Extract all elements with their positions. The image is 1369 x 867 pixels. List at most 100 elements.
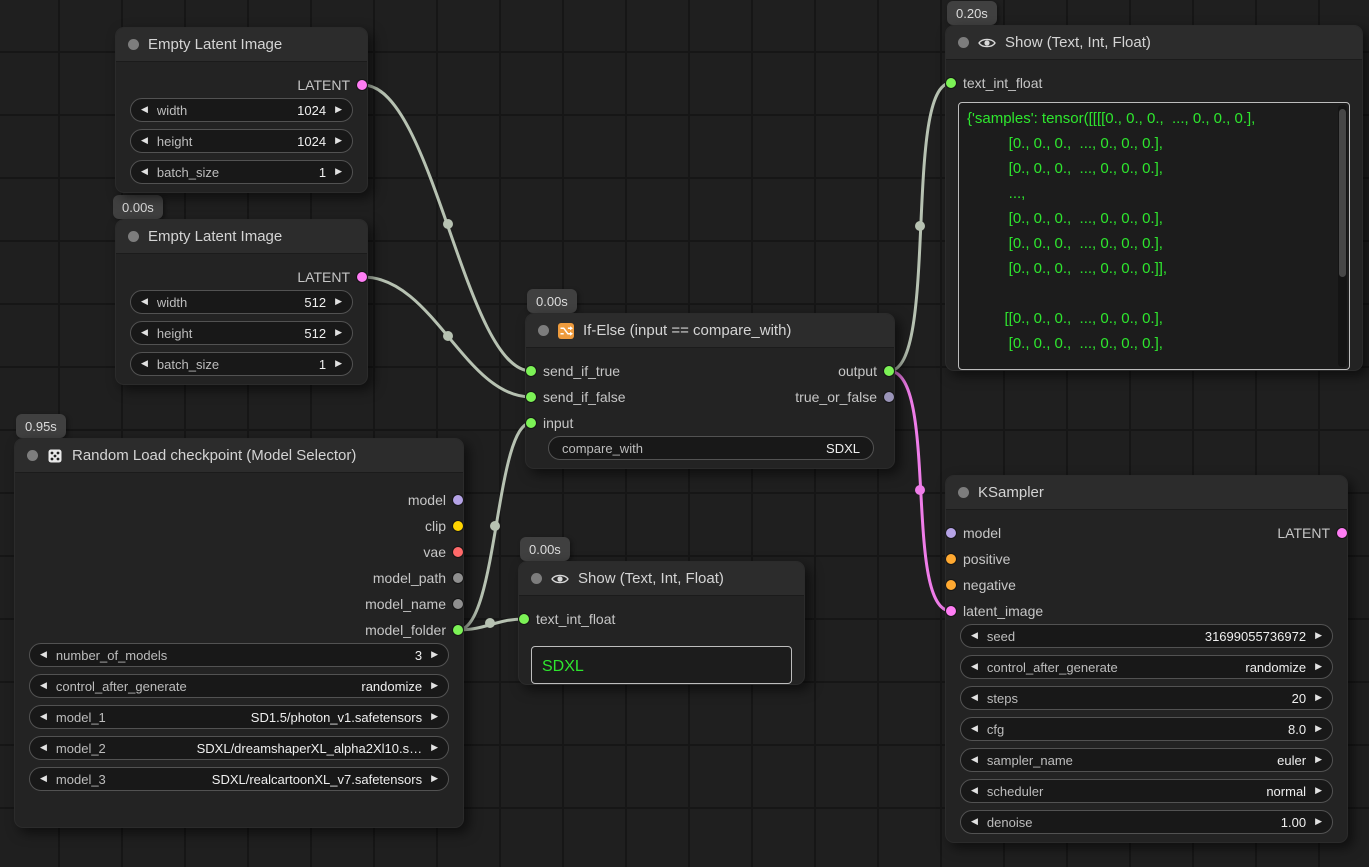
output-slot-model-path[interactable]: model_path — [373, 570, 463, 586]
decrement-arrow-icon[interactable]: ◀ — [40, 774, 47, 784]
conditioning-slot-dot[interactable] — [946, 554, 956, 564]
widget-model-2[interactable]: ◀ model_2 SDXL/dreamshaperXL_alpha2Xl10.… — [29, 736, 449, 760]
widget-control-after-generate[interactable]: ◀ control_after_generate randomize ▶ — [29, 674, 449, 698]
decrement-arrow-icon[interactable]: ◀ — [40, 712, 47, 722]
output-slot-clip[interactable]: clip — [425, 518, 463, 534]
increment-arrow-icon[interactable]: ▶ — [1315, 724, 1322, 734]
widget-batch-size[interactable]: ◀ batch_size 1 ▶ — [130, 352, 353, 376]
increment-arrow-icon[interactable]: ▶ — [335, 167, 342, 177]
output-text-area[interactable]: {'samples': tensor([[[[0., 0., 0., ..., … — [958, 102, 1350, 370]
increment-arrow-icon[interactable]: ▶ — [335, 359, 342, 369]
collapse-dot[interactable] — [538, 325, 549, 336]
decrement-arrow-icon[interactable]: ◀ — [971, 755, 978, 765]
output-slot-latent[interactable]: LATENT — [297, 269, 367, 285]
boolean-slot-dot[interactable] — [884, 392, 894, 402]
latent-slot-dot[interactable] — [946, 606, 956, 616]
increment-arrow-icon[interactable]: ▶ — [1315, 786, 1322, 796]
scrollbar-thumb[interactable] — [1339, 109, 1346, 277]
widget-model-3[interactable]: ◀ model_3 SDXL/realcartoonXL_v7.safetens… — [29, 767, 449, 791]
node-title-bar[interactable]: Show (Text, Int, Float) — [519, 562, 804, 596]
increment-arrow-icon[interactable]: ▶ — [431, 774, 438, 784]
widget-cfg[interactable]: ◀ cfg 8.0 ▶ — [960, 717, 1333, 741]
decrement-arrow-icon[interactable]: ◀ — [971, 786, 978, 796]
increment-arrow-icon[interactable]: ▶ — [335, 105, 342, 115]
collapse-dot[interactable] — [958, 487, 969, 498]
node-if-else[interactable]: If-Else (input == compare_with) send_if_… — [525, 313, 895, 469]
decrement-arrow-icon[interactable]: ◀ — [141, 105, 148, 115]
node-title-bar[interactable]: KSampler — [946, 476, 1347, 510]
string-slot-dot[interactable] — [453, 625, 463, 635]
node-empty-latent-image-1[interactable]: Empty Latent Image LATENT ◀ width 1024 ▶… — [115, 27, 368, 193]
output-slot-latent[interactable]: LATENT — [1277, 525, 1347, 541]
string-slot-dot[interactable] — [453, 599, 463, 609]
decrement-arrow-icon[interactable]: ◀ — [141, 359, 148, 369]
increment-arrow-icon[interactable]: ▶ — [1315, 817, 1322, 827]
node-title-bar[interactable]: Empty Latent Image — [116, 28, 367, 62]
output-slot-output[interactable]: output — [838, 363, 894, 379]
output-slot-model-folder[interactable]: model_folder — [365, 622, 463, 638]
model-slot-dot[interactable] — [946, 528, 956, 538]
widget-height[interactable]: ◀ height 1024 ▶ — [130, 129, 353, 153]
input-slot-positive[interactable]: positive — [946, 551, 1010, 567]
decrement-arrow-icon[interactable]: ◀ — [40, 681, 47, 691]
increment-arrow-icon[interactable]: ▶ — [1315, 693, 1322, 703]
decrement-arrow-icon[interactable]: ◀ — [40, 650, 47, 660]
latent-slot-dot[interactable] — [357, 272, 367, 282]
clip-slot-dot[interactable] — [453, 521, 463, 531]
scrollbar[interactable] — [1338, 105, 1347, 367]
decrement-arrow-icon[interactable]: ◀ — [971, 817, 978, 827]
widget-number-of-models[interactable]: ◀ number_of_models 3 ▶ — [29, 643, 449, 667]
widget-compare-with[interactable]: compare_with SDXL — [548, 436, 874, 460]
increment-arrow-icon[interactable]: ▶ — [335, 328, 342, 338]
increment-arrow-icon[interactable]: ▶ — [431, 743, 438, 753]
node-title-bar[interactable]: Random Load checkpoint (Model Selector) — [15, 439, 463, 473]
collapse-dot[interactable] — [128, 231, 139, 242]
output-slot-model[interactable]: model — [408, 492, 463, 508]
latent-slot-dot[interactable] — [357, 80, 367, 90]
widget-height[interactable]: ◀ height 512 ▶ — [130, 321, 353, 345]
input-slot-dot[interactable] — [526, 366, 536, 376]
input-slot-send-if-false[interactable]: send_if_false — [526, 389, 626, 405]
input-slot-dot[interactable] — [946, 78, 956, 88]
output-slot-vae[interactable]: vae — [423, 544, 463, 560]
widget-sampler-name[interactable]: ◀ sampler_name euler ▶ — [960, 748, 1333, 772]
output-slot-model-name[interactable]: model_name — [365, 596, 463, 612]
string-slot-dot[interactable] — [453, 573, 463, 583]
decrement-arrow-icon[interactable]: ◀ — [971, 662, 978, 672]
widget-seed[interactable]: ◀ seed 31699055736972 ▶ — [960, 624, 1333, 648]
input-slot-dot[interactable] — [526, 392, 536, 402]
widget-width[interactable]: ◀ width 512 ▶ — [130, 290, 353, 314]
input-slot-negative[interactable]: negative — [946, 577, 1016, 593]
input-slot-input[interactable]: input — [526, 415, 573, 431]
increment-arrow-icon[interactable]: ▶ — [335, 136, 342, 146]
increment-arrow-icon[interactable]: ▶ — [1315, 631, 1322, 641]
widget-model-1[interactable]: ◀ model_1 SD1.5/photon_v1.safetensors ▶ — [29, 705, 449, 729]
input-slot-latent-image[interactable]: latent_image — [946, 603, 1043, 619]
node-title-bar[interactable]: If-Else (input == compare_with) — [526, 314, 894, 348]
input-slot-dot[interactable] — [519, 614, 529, 624]
model-slot-dot[interactable] — [453, 495, 463, 505]
widget-scheduler[interactable]: ◀ scheduler normal ▶ — [960, 779, 1333, 803]
decrement-arrow-icon[interactable]: ◀ — [971, 724, 978, 734]
output-slot-dot[interactable] — [884, 366, 894, 376]
node-ksampler[interactable]: KSampler model LATENT positive negative — [945, 475, 1348, 843]
vae-slot-dot[interactable] — [453, 547, 463, 557]
collapse-dot[interactable] — [128, 39, 139, 50]
node-title-bar[interactable]: Show (Text, Int, Float) — [946, 26, 1362, 60]
input-slot-dot[interactable] — [526, 418, 536, 428]
increment-arrow-icon[interactable]: ▶ — [431, 712, 438, 722]
decrement-arrow-icon[interactable]: ◀ — [141, 297, 148, 307]
increment-arrow-icon[interactable]: ▶ — [431, 650, 438, 660]
node-empty-latent-image-2[interactable]: Empty Latent Image LATENT ◀ width 512 ▶ … — [115, 219, 368, 385]
decrement-arrow-icon[interactable]: ◀ — [40, 743, 47, 753]
input-slot-send-if-true[interactable]: send_if_true — [526, 363, 620, 379]
conditioning-slot-dot[interactable] — [946, 580, 956, 590]
decrement-arrow-icon[interactable]: ◀ — [141, 328, 148, 338]
increment-arrow-icon[interactable]: ▶ — [1315, 755, 1322, 765]
collapse-dot[interactable] — [958, 37, 969, 48]
widget-width[interactable]: ◀ width 1024 ▶ — [130, 98, 353, 122]
widget-denoise[interactable]: ◀ denoise 1.00 ▶ — [960, 810, 1333, 834]
node-show-text-large[interactable]: Show (Text, Int, Float) text_int_float {… — [945, 25, 1363, 371]
output-slot-latent[interactable]: LATENT — [297, 77, 367, 93]
decrement-arrow-icon[interactable]: ◀ — [971, 631, 978, 641]
